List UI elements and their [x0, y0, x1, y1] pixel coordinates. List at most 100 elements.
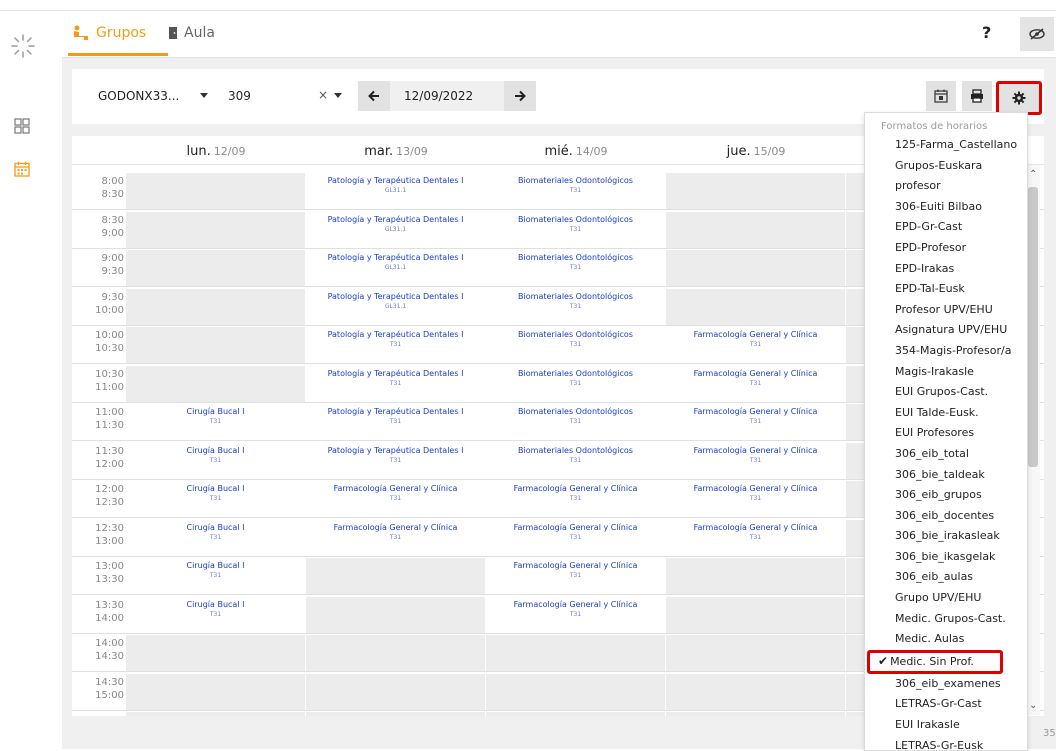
menu-item[interactable]: EPD-Gr-Cast: [865, 217, 1027, 238]
time-cell[interactable]: Farmacología General y Clínica T31: [666, 481, 845, 517]
time-cell[interactable]: [306, 673, 485, 710]
time-cell[interactable]: [666, 288, 845, 325]
time-cell[interactable]: Biomateriales Odontológicos T31: [486, 365, 665, 402]
menu-item-selected[interactable]: ✔ Medic. Sin Prof.: [867, 649, 1003, 674]
tab-aula[interactable]: Aula: [168, 25, 215, 41]
time-cell[interactable]: Cirugía Bucal I T31: [126, 481, 305, 517]
tab-grupos[interactable]: Grupos: [72, 25, 146, 41]
class-event[interactable]: Patología y Terapéutica Dentales I T31: [310, 330, 481, 358]
time-cell[interactable]: Farmacología General y Clínica T31: [306, 481, 485, 517]
time-cell[interactable]: Cirugía Bucal I T31: [126, 519, 305, 556]
time-cell[interactable]: Biomateriales Odontológicos T31: [486, 250, 665, 286]
class-event[interactable]: Farmacología General y Clínica T31: [670, 330, 841, 358]
time-cell[interactable]: Patología y Terapéutica Dentales I T31: [306, 365, 485, 402]
time-cell[interactable]: Biomateriales Odontológicos T31: [486, 404, 665, 440]
class-event[interactable]: Patología y Terapéutica Dentales I GL31.1: [310, 253, 481, 281]
class-event[interactable]: Farmacología General y Clínica T31: [310, 484, 481, 512]
scroll-thumb[interactable]: [1028, 187, 1038, 467]
class-event[interactable]: Biomateriales Odontológicos T31: [490, 330, 661, 358]
class-event[interactable]: Cirugía Bucal I T31: [130, 445, 301, 474]
class-event[interactable]: Farmacología General y Clínica T31: [670, 407, 841, 435]
menu-item[interactable]: Asignatura UPV/EHU: [865, 320, 1027, 341]
time-cell[interactable]: Farmacología General y Clínica T31: [486, 519, 665, 556]
time-cell[interactable]: Farmacología General y Clínica T31: [486, 481, 665, 517]
date-input[interactable]: 12/09/2022: [390, 81, 504, 111]
menu-item[interactable]: Medic. Aulas: [865, 629, 1027, 650]
previous-week-button[interactable]: [358, 81, 390, 111]
time-cell[interactable]: Patología y Terapéutica Dentales I T31: [306, 404, 485, 440]
time-cell[interactable]: Biomateriales Odontológicos T31: [486, 211, 665, 248]
time-cell[interactable]: Farmacología General y Clínica T31: [486, 558, 665, 594]
scroll-up-icon[interactable]: ⌃: [1029, 169, 1037, 180]
time-cell[interactable]: [666, 558, 845, 594]
class-event[interactable]: Farmacología General y Clínica T31: [490, 599, 661, 628]
menu-item[interactable]: 306-Euiti Bilbao: [865, 197, 1027, 218]
room-select[interactable]: 309 ×: [218, 81, 352, 111]
time-cell[interactable]: [486, 673, 665, 710]
menu-item[interactable]: EUI Talde-Eusk.: [865, 403, 1027, 424]
menu-item[interactable]: Profesor UPV/EHU: [865, 300, 1027, 321]
menu-item[interactable]: 306_bie_taldeak: [865, 465, 1027, 486]
class-event[interactable]: Farmacología General y Clínica T31: [670, 522, 841, 551]
time-cell[interactable]: [126, 712, 305, 716]
time-cell[interactable]: [126, 173, 305, 209]
time-cell[interactable]: Cirugía Bucal I T31: [126, 558, 305, 594]
class-event[interactable]: Biomateriales Odontológicos T31: [490, 407, 661, 435]
time-cell[interactable]: [126, 365, 305, 402]
time-cell[interactable]: [306, 712, 485, 716]
time-cell[interactable]: [306, 635, 485, 671]
class-event[interactable]: Biomateriales Odontológicos T31: [490, 368, 661, 397]
time-cell[interactable]: [306, 558, 485, 594]
settings-button[interactable]: [996, 81, 1042, 115]
menu-item[interactable]: EPD-Profesor: [865, 238, 1027, 259]
menu-item[interactable]: 306_eib_examenes: [865, 674, 1027, 695]
time-cell[interactable]: Patología y Terapéutica Dentales I GL31.1: [306, 211, 485, 248]
time-cell[interactable]: [666, 211, 845, 248]
class-event[interactable]: Patología y Terapéutica Dentales I GL31.1: [310, 214, 481, 243]
next-week-button[interactable]: [504, 81, 536, 111]
class-event[interactable]: Farmacología General y Clínica T31: [670, 484, 841, 512]
class-event[interactable]: Patología y Terapéutica Dentales I T31: [310, 407, 481, 435]
time-cell[interactable]: Farmacología General y Clínica T31: [666, 519, 845, 556]
time-cell[interactable]: [126, 673, 305, 710]
scroll-down-icon[interactable]: ⌄: [1029, 700, 1037, 711]
menu-item[interactable]: 306_bie_irakasleak: [865, 526, 1027, 547]
menu-item[interactable]: EUI Grupos-Cast.: [865, 382, 1027, 403]
class-event[interactable]: Biomateriales Odontológicos T31: [490, 253, 661, 281]
class-event[interactable]: Farmacología General y Clínica T31: [670, 368, 841, 397]
menu-item[interactable]: 306_eib_total: [865, 444, 1027, 465]
menu-item[interactable]: profesor: [865, 176, 1027, 197]
time-cell[interactable]: Farmacología General y Clínica T31: [666, 327, 845, 363]
class-event[interactable]: Cirugía Bucal I T31: [130, 484, 301, 512]
menu-item[interactable]: EUI Irakasle: [865, 715, 1027, 736]
menu-item[interactable]: EPD-Tal-Eusk: [865, 279, 1027, 300]
time-cell[interactable]: Farmacología General y Clínica T31: [666, 365, 845, 402]
time-cell[interactable]: Biomateriales Odontológicos T31: [486, 288, 665, 325]
time-cell[interactable]: Biomateriales Odontológicos T31: [486, 327, 665, 363]
print-button[interactable]: [962, 81, 992, 111]
time-cell[interactable]: [306, 596, 485, 633]
time-cell[interactable]: Cirugía Bucal I T31: [126, 442, 305, 479]
time-cell[interactable]: [126, 250, 305, 286]
menu-item[interactable]: EPD-Irakas: [865, 259, 1027, 280]
class-event[interactable]: Biomateriales Odontológicos T31: [490, 445, 661, 474]
time-cell[interactable]: Patología y Terapéutica Dentales I GL31.1: [306, 250, 485, 286]
time-cell[interactable]: Biomateriales Odontológicos T31: [486, 173, 665, 209]
dashboard-grid-icon[interactable]: [14, 118, 30, 134]
time-cell[interactable]: [126, 327, 305, 363]
time-cell[interactable]: Patología y Terapéutica Dentales I GL31.1: [306, 173, 485, 209]
time-cell[interactable]: Patología y Terapéutica Dentales I T31: [306, 327, 485, 363]
time-cell[interactable]: [486, 712, 665, 716]
time-cell[interactable]: Patología y Terapéutica Dentales I GL31.1: [306, 288, 485, 325]
time-cell[interactable]: [126, 211, 305, 248]
menu-item[interactable]: Medic. Grupos-Cast.: [865, 609, 1027, 630]
time-cell[interactable]: [666, 712, 845, 716]
time-cell[interactable]: Patología y Terapéutica Dentales I T31: [306, 442, 485, 479]
class-event[interactable]: Patología y Terapéutica Dentales I GL31.1: [310, 291, 481, 320]
class-event[interactable]: Patología y Terapéutica Dentales I T31: [310, 445, 481, 474]
time-cell[interactable]: [126, 288, 305, 325]
menu-item[interactable]: LETRAS-Gr-Cast: [865, 694, 1027, 715]
menu-item[interactable]: 125-Farma_Castellano: [865, 135, 1027, 156]
calendar-button[interactable]: [926, 81, 956, 111]
menu-item[interactable]: Grupo UPV/EHU: [865, 588, 1027, 609]
